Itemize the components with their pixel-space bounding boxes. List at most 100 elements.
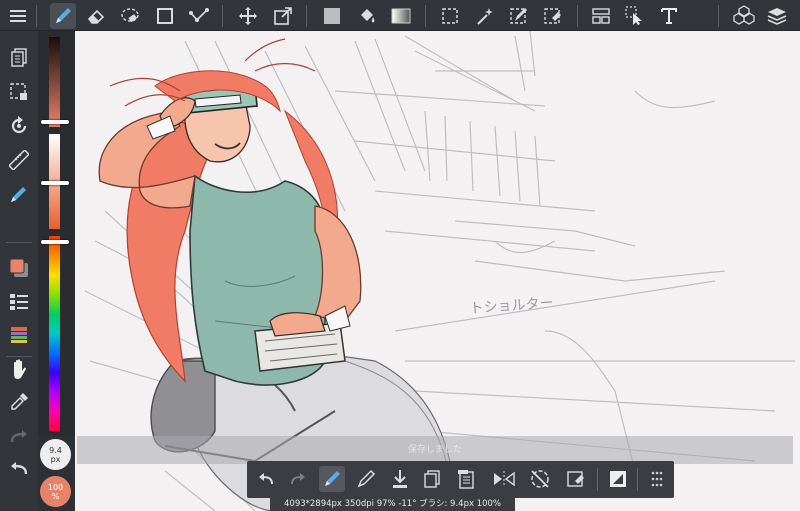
- quick-action-bar: [247, 461, 674, 498]
- quick-pen-button[interactable]: [319, 466, 345, 492]
- rectangle-icon: [157, 8, 173, 24]
- brush-size-indicator[interactable]: 9.4 px: [40, 439, 71, 470]
- select-eraser-icon: [544, 8, 561, 24]
- notification-bar: 保存しました: [77, 436, 793, 464]
- hamburger-menu-icon: [10, 10, 26, 22]
- brush-list-button[interactable]: [4, 287, 34, 317]
- menu-button[interactable]: [5, 3, 31, 29]
- operation-tool-button[interactable]: [622, 3, 648, 29]
- lasso-eraser-button[interactable]: [117, 3, 143, 29]
- transform-icon: [274, 7, 292, 25]
- redo-button[interactable]: [4, 422, 34, 452]
- pages-button[interactable]: [4, 43, 34, 73]
- quick-undo-button[interactable]: [253, 466, 279, 492]
- quick-import-button[interactable]: [387, 466, 413, 492]
- color-strip: [38, 31, 75, 436]
- ruler-icon: [9, 150, 29, 170]
- layer-toggle-icon: [610, 471, 626, 487]
- quick-paste-button[interactable]: [453, 466, 479, 492]
- brush-opacity-unit: %: [51, 491, 60, 501]
- quick-clear-button[interactable]: [563, 466, 589, 492]
- flip-icon: [494, 471, 515, 487]
- text-tool-button[interactable]: [656, 3, 682, 29]
- brightness-bar[interactable]: [49, 37, 60, 127]
- selection-icon: [442, 8, 458, 24]
- hue-bar[interactable]: [49, 236, 60, 431]
- brush-size-unit: px: [50, 454, 61, 464]
- quick-more-button[interactable]: [644, 466, 670, 492]
- status-bar: 4093*2894px 350dpi 97% -11° ブラシ: 9.4px 1…: [270, 498, 515, 511]
- snap-icon: [189, 8, 209, 22]
- ruler-button[interactable]: [4, 145, 34, 175]
- eyedropper-button[interactable]: [4, 387, 34, 417]
- color-swatch-icon: [9, 258, 28, 277]
- undo-button[interactable]: [4, 454, 34, 484]
- paste-icon: [458, 470, 474, 489]
- bucket-tool-button[interactable]: [354, 3, 380, 29]
- selection-icon: [10, 83, 27, 100]
- magic-wand-button[interactable]: [472, 3, 498, 29]
- quick-eraser-pen-button[interactable]: [353, 466, 379, 492]
- palette-icon: [11, 327, 27, 343]
- hue-slider[interactable]: [41, 240, 69, 244]
- brush-opacity-indicator[interactable]: 100 %: [40, 476, 71, 507]
- saturation-slider[interactable]: [41, 181, 69, 185]
- brush-size-value: 9.4: [49, 445, 62, 455]
- quick-layer-toggle-button[interactable]: [605, 466, 631, 492]
- select-pen-button[interactable]: [506, 3, 532, 29]
- panel-layout-button[interactable]: [588, 3, 614, 29]
- pen-tool-button[interactable]: [50, 3, 76, 29]
- top-toolbar: [0, 0, 800, 31]
- brightness-slider[interactable]: [41, 120, 69, 124]
- material-button[interactable]: [731, 3, 757, 29]
- rectangle-tool-button[interactable]: [152, 3, 178, 29]
- layers-button[interactable]: [764, 3, 790, 29]
- pen-icon: [325, 471, 340, 486]
- clear-layer-icon: [567, 471, 584, 487]
- color-palette-button[interactable]: [4, 320, 34, 350]
- eraser-pen-icon: [357, 469, 376, 488]
- quick-rotate-reset-button[interactable]: [527, 466, 553, 492]
- text-icon: [661, 8, 677, 24]
- quick-copy-button[interactable]: [419, 466, 445, 492]
- quick-flip-button[interactable]: [491, 466, 517, 492]
- fill-color-button[interactable]: [319, 3, 345, 29]
- pen-icon: [56, 8, 71, 23]
- copy-icon: [424, 470, 440, 488]
- transform-tool-button[interactable]: [270, 3, 296, 29]
- cursor-icon: [625, 6, 642, 25]
- undo-icon: [11, 462, 28, 475]
- eraser-tool-button[interactable]: [83, 3, 109, 29]
- lasso-eraser-icon: [121, 8, 139, 23]
- fill-square-icon: [324, 8, 340, 24]
- redo-icon: [10, 430, 27, 443]
- download-icon: [393, 470, 407, 488]
- move-icon: [239, 7, 257, 25]
- notification-text: 保存しました: [407, 445, 462, 455]
- selection-menu-button[interactable]: [4, 77, 34, 107]
- pen-settings-button[interactable]: [4, 179, 34, 209]
- select-eraser-button[interactable]: [540, 3, 566, 29]
- color-button[interactable]: [4, 253, 34, 283]
- layers-icon: [767, 8, 787, 25]
- grid-dots-icon: [651, 471, 663, 487]
- cubes-icon: [733, 5, 755, 25]
- sketch-note: トショルター: [469, 295, 554, 317]
- panel-layout-icon: [592, 8, 610, 24]
- eraser-icon: [87, 9, 105, 24]
- move-tool-button[interactable]: [235, 3, 261, 29]
- left-toolbar: [0, 31, 38, 511]
- hand-tool-button[interactable]: [4, 354, 34, 384]
- rotate-icon: [11, 116, 27, 134]
- gradient-icon: [391, 8, 411, 24]
- brush-opacity-value: 100: [47, 482, 64, 492]
- no-rotate-icon: [531, 470, 549, 488]
- pages-icon: [11, 48, 27, 67]
- snap-tool-button[interactable]: [186, 3, 212, 29]
- redo-icon: [291, 473, 305, 485]
- gradient-tool-button[interactable]: [388, 3, 414, 29]
- rotate-button[interactable]: [4, 111, 34, 141]
- bucket-icon: [361, 9, 375, 23]
- select-tool-button[interactable]: [437, 3, 463, 29]
- quick-redo-button[interactable]: [285, 466, 311, 492]
